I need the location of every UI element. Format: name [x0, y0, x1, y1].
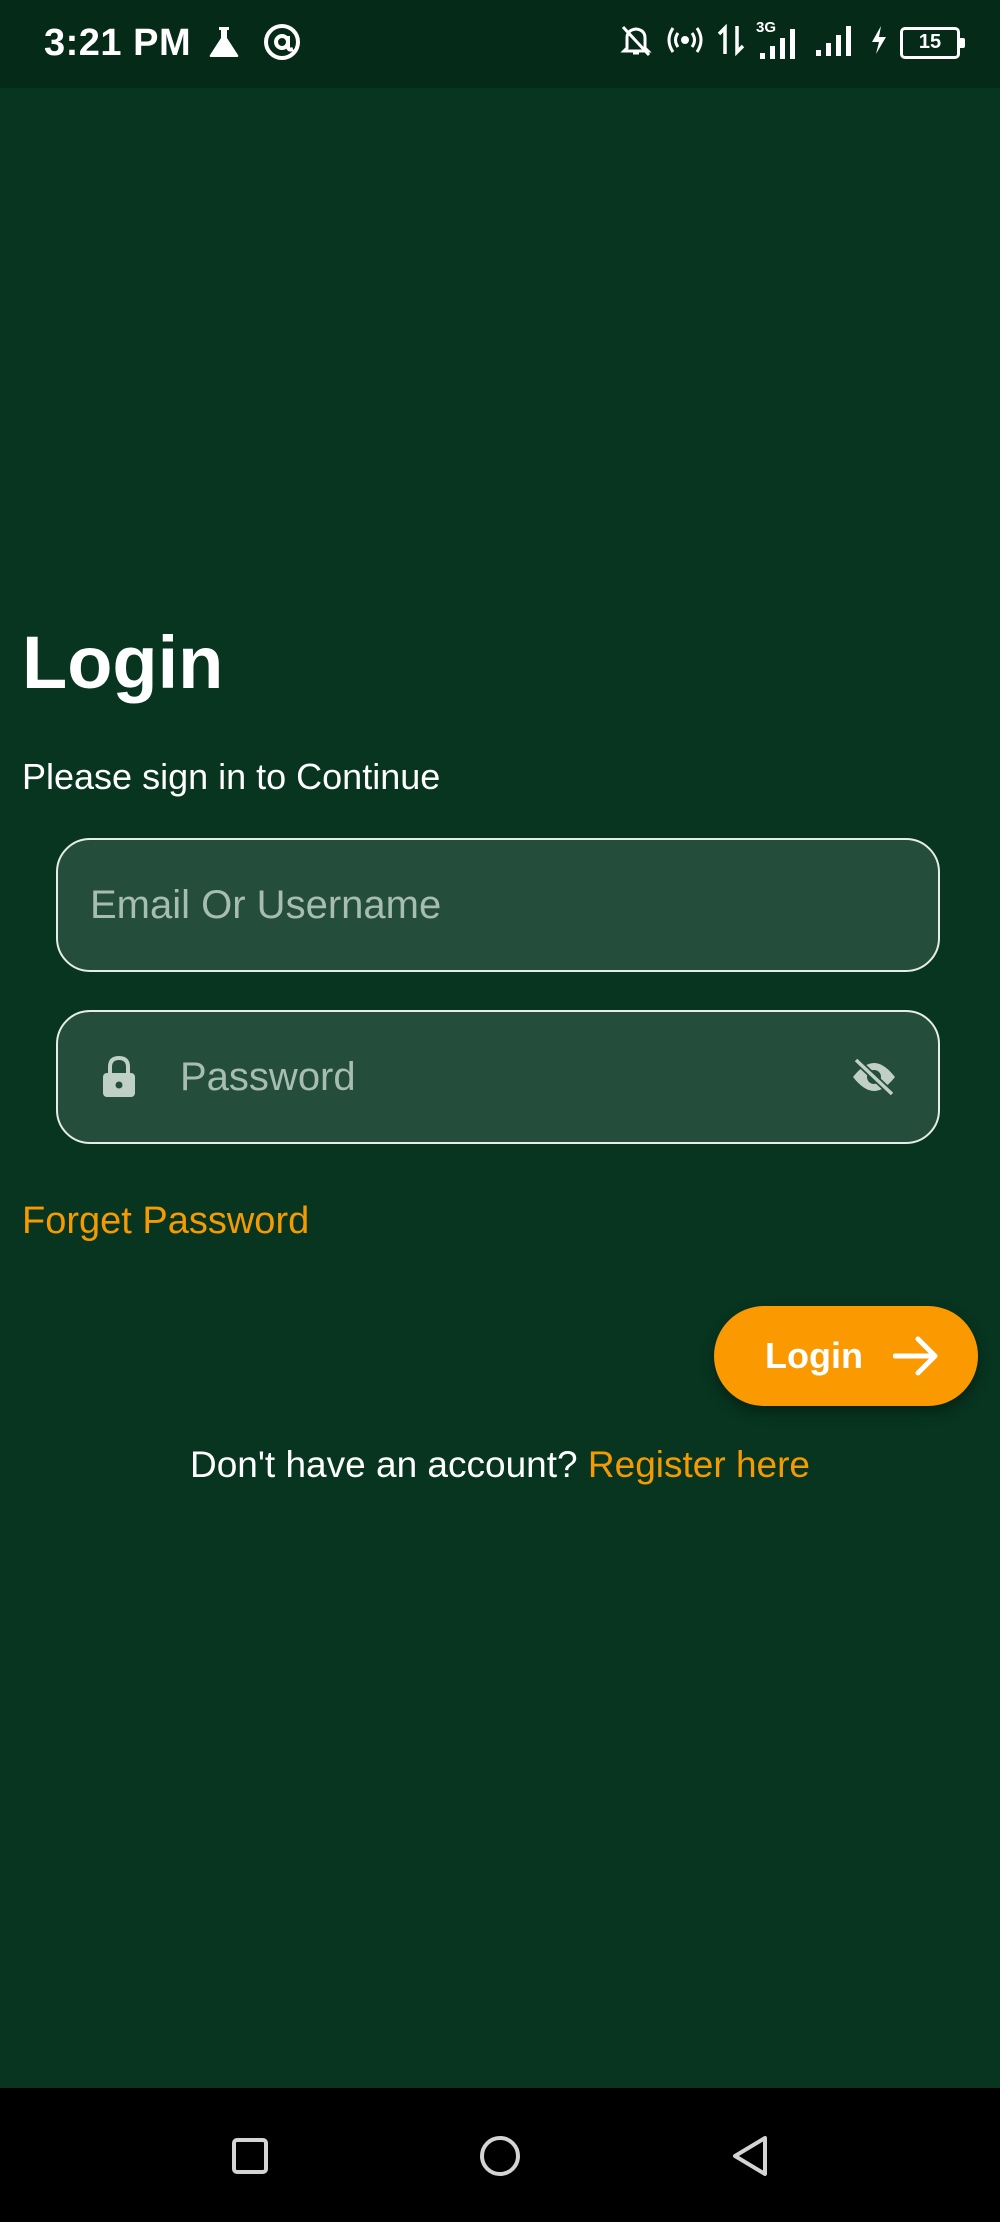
email-input[interactable] — [90, 840, 938, 970]
password-field[interactable] — [56, 1010, 940, 1144]
login-button-label: Login — [765, 1335, 863, 1376]
password-input[interactable] — [180, 1012, 850, 1142]
network-type-label: 3G — [756, 18, 777, 36]
status-bar: 3:21 PM 3G 15 — [0, 0, 1000, 88]
flask-icon — [206, 24, 242, 65]
battery-level: 15 — [918, 31, 942, 53]
home-circle-icon[interactable] — [470, 2126, 530, 2186]
visibility-off-icon[interactable] — [850, 1057, 898, 1097]
page-subtitle: Please sign in to Continue — [22, 756, 441, 797]
charging-icon — [870, 22, 888, 63]
email-field[interactable] — [56, 838, 940, 972]
signal-icon — [814, 22, 858, 63]
register-prompt: Don't have an account? — [189, 1444, 578, 1485]
recents-square-icon[interactable] — [220, 2126, 280, 2186]
signal-icon: 3G — [756, 19, 802, 61]
arrow-right-icon — [892, 1335, 941, 1377]
login-button[interactable]: Login — [714, 1306, 978, 1406]
battery-icon: 15 — [900, 26, 965, 59]
register-row: Don't have an account? Register here — [0, 1444, 1000, 1486]
status-time: 3:21 PM — [44, 22, 192, 64]
back-triangle-icon[interactable] — [720, 2126, 780, 2186]
status-right-icons: 3G 15 — [618, 19, 965, 63]
bell-off-icon — [618, 22, 654, 63]
forget-password-link[interactable]: Forget Password — [22, 1200, 309, 1243]
at-sign-icon — [262, 22, 302, 67]
status-left-icons — [206, 22, 302, 67]
data-arrows-icon — [716, 22, 746, 63]
page-title: Login — [22, 621, 224, 704]
navigation-bar — [0, 2088, 1000, 2222]
lock-icon — [102, 1056, 136, 1098]
hotspot-icon — [666, 22, 704, 63]
register-link[interactable]: Register here — [588, 1444, 810, 1485]
